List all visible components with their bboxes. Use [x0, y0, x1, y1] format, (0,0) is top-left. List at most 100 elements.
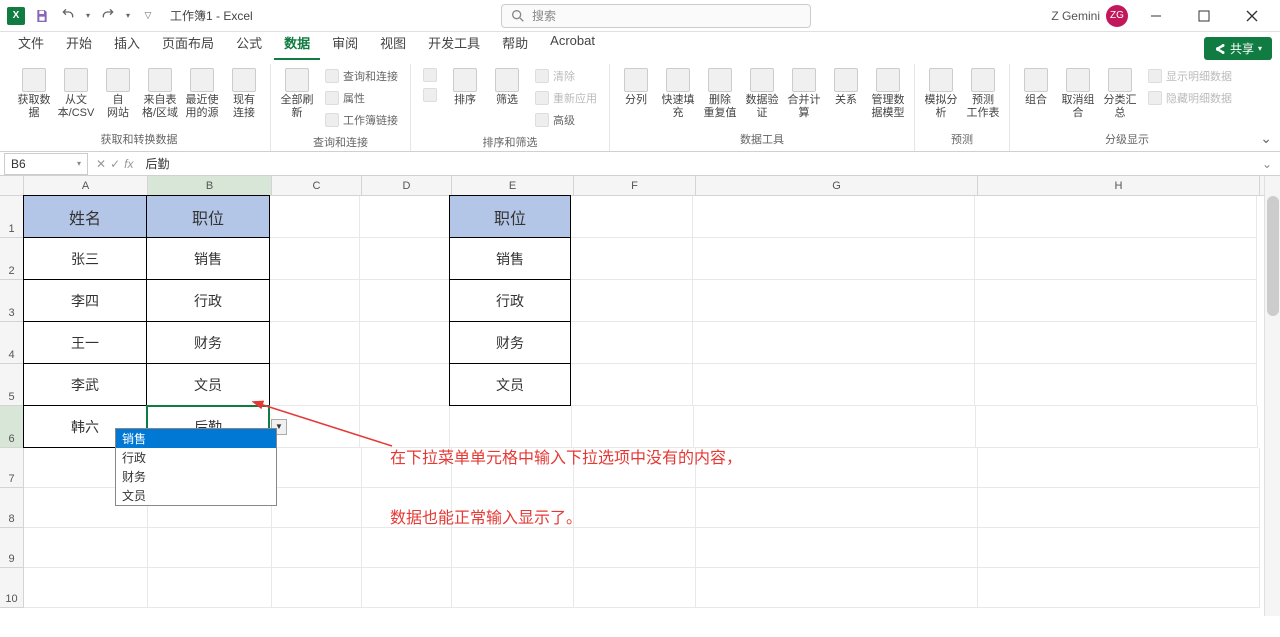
column-header[interactable]: C — [272, 176, 362, 195]
column-header[interactable]: B — [148, 176, 272, 195]
cell-E9[interactable] — [452, 528, 574, 568]
share-button[interactable]: 共享 ▾ — [1204, 37, 1272, 60]
cell-E6[interactable] — [450, 406, 572, 448]
cell-A10[interactable] — [24, 568, 148, 608]
ribbon-button[interactable]: 管理数 据模型 — [868, 64, 908, 126]
row-header[interactable]: 4 — [0, 322, 24, 364]
dropdown-option[interactable]: 行政 — [116, 448, 276, 467]
spreadsheet-grid[interactable]: ABCDEFGH 1姓名职位职位2张三销售销售3李四行政行政4王一财务财务5李武… — [0, 176, 1280, 636]
cell-F8[interactable] — [574, 488, 696, 528]
close-button[interactable] — [1232, 2, 1272, 30]
ribbon-button[interactable]: 自 网站 — [98, 64, 138, 126]
cell-H2[interactable] — [975, 238, 1257, 280]
name-box[interactable]: B6 ▾ — [4, 153, 88, 175]
ribbon-button[interactable]: 最近使 用的源 — [182, 64, 222, 126]
tab-开发工具[interactable]: 开发工具 — [418, 29, 490, 60]
cell-H5[interactable] — [975, 364, 1257, 406]
cell-F10[interactable] — [574, 568, 696, 608]
redo-button[interactable] — [96, 4, 120, 28]
tab-帮助[interactable]: 帮助 — [492, 29, 538, 60]
ribbon-small-button[interactable]: 工作簿链接 — [321, 110, 402, 130]
cell-E5[interactable]: 文员 — [449, 363, 571, 406]
sort-button[interactable] — [419, 66, 441, 84]
cell-H9[interactable] — [978, 528, 1260, 568]
undo-more-button[interactable]: ▾ — [82, 4, 94, 28]
cell-B4[interactable]: 财务 — [146, 321, 270, 364]
ribbon-small-button[interactable]: 隐藏明细数据 — [1144, 88, 1236, 108]
cell-B10[interactable] — [148, 568, 272, 608]
formula-input[interactable]: 后勤 — [137, 155, 1253, 172]
cell-E4[interactable]: 财务 — [449, 321, 571, 364]
ribbon-small-button[interactable]: 高级 — [531, 110, 601, 130]
tab-公式[interactable]: 公式 — [226, 29, 272, 60]
cell-G1[interactable] — [693, 196, 975, 238]
ribbon-button[interactable]: 排序 — [445, 64, 485, 126]
ribbon-button[interactable]: 模拟分析 — [921, 64, 961, 126]
row-header[interactable]: 9 — [0, 528, 24, 568]
cell-B1[interactable]: 职位 — [146, 195, 270, 238]
ribbon-button[interactable]: 分列 — [616, 64, 656, 126]
cell-D2[interactable] — [360, 238, 450, 280]
ribbon-button[interactable]: 数据验 证 — [742, 64, 782, 126]
row-header[interactable]: 6 — [0, 406, 24, 448]
tab-数据[interactable]: 数据 — [274, 29, 320, 60]
select-all-corner[interactable] — [0, 176, 24, 195]
cell-H6[interactable] — [976, 406, 1258, 448]
cell-D9[interactable] — [362, 528, 452, 568]
ribbon-button[interactable]: 现有 连接 — [224, 64, 264, 126]
ribbon-button[interactable]: 取消组合 — [1058, 64, 1098, 126]
cell-H10[interactable] — [978, 568, 1260, 608]
cell-D4[interactable] — [360, 322, 450, 364]
app-icon[interactable]: X — [4, 4, 28, 28]
cell-C1[interactable] — [270, 196, 360, 238]
cell-E1[interactable]: 职位 — [449, 195, 571, 238]
minimize-button[interactable] — [1136, 2, 1176, 30]
cell-G5[interactable] — [693, 364, 975, 406]
tab-插入[interactable]: 插入 — [104, 29, 150, 60]
ribbon-button[interactable]: 预测 工作表 — [963, 64, 1003, 126]
cell-G6[interactable] — [694, 406, 976, 448]
ribbon-small-button[interactable]: 重新应用 — [531, 88, 601, 108]
row-header[interactable]: 5 — [0, 364, 24, 406]
vertical-scrollbar[interactable] — [1264, 176, 1280, 616]
column-header[interactable]: F — [574, 176, 696, 195]
cell-H1[interactable] — [975, 196, 1257, 238]
cell-C8[interactable] — [272, 488, 362, 528]
cell-C10[interactable] — [272, 568, 362, 608]
qat-customize-button[interactable]: ▽ — [136, 4, 160, 28]
cell-A9[interactable] — [24, 528, 148, 568]
fx-icon[interactable]: fx — [124, 157, 133, 171]
ribbon-button[interactable]: 分类汇总 — [1100, 64, 1140, 126]
cell-D3[interactable] — [360, 280, 450, 322]
cell-F9[interactable] — [574, 528, 696, 568]
tab-页面布局[interactable]: 页面布局 — [152, 29, 224, 60]
cell-C9[interactable] — [272, 528, 362, 568]
row-header[interactable]: 10 — [0, 568, 24, 608]
ribbon-button[interactable]: 快速填充 — [658, 64, 698, 126]
row-header[interactable]: 2 — [0, 238, 24, 280]
dropdown-option[interactable]: 财务 — [116, 467, 276, 486]
maximize-button[interactable] — [1184, 2, 1224, 30]
cell-G10[interactable] — [696, 568, 978, 608]
enter-icon[interactable]: ✓ — [110, 157, 120, 171]
cell-H8[interactable] — [978, 488, 1260, 528]
cell-A2[interactable]: 张三 — [23, 237, 147, 280]
cell-D10[interactable] — [362, 568, 452, 608]
undo-button[interactable] — [56, 4, 80, 28]
row-header[interactable]: 1 — [0, 196, 24, 238]
cell-G3[interactable] — [693, 280, 975, 322]
user-badge[interactable]: Z Gemini ZG — [1051, 5, 1128, 27]
cell-D1[interactable] — [360, 196, 450, 238]
ribbon-small-button[interactable]: 查询和连接 — [321, 66, 402, 86]
cell-C3[interactable] — [270, 280, 360, 322]
ribbon-small-button[interactable]: 清除 — [531, 66, 601, 86]
tab-Acrobat[interactable]: Acrobat — [540, 29, 605, 60]
cell-A5[interactable]: 李武 — [23, 363, 147, 406]
cell-A1[interactable]: 姓名 — [23, 195, 147, 238]
save-button[interactable] — [30, 4, 54, 28]
tab-视图[interactable]: 视图 — [370, 29, 416, 60]
ribbon-small-button[interactable]: 属性 — [321, 88, 402, 108]
cell-F4[interactable] — [571, 322, 693, 364]
ribbon-button[interactable]: 合并计算 — [784, 64, 824, 126]
row-header[interactable]: 3 — [0, 280, 24, 322]
